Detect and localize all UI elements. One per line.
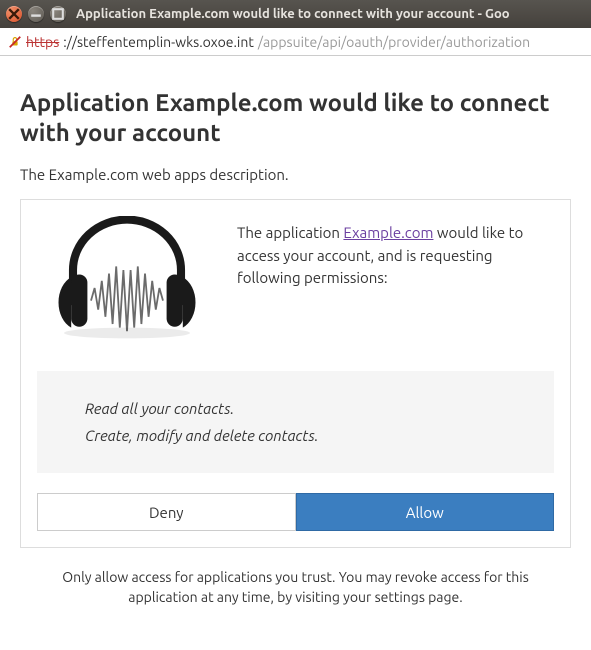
url-path: /appsuite/api/oauth/provider/authorizati… — [258, 34, 530, 50]
permissions-box: Read all your contacts. Create, modify a… — [37, 371, 554, 473]
window-minimize-button[interactable] — [28, 6, 44, 22]
consent-panel: The application Example.com would like t… — [20, 199, 571, 548]
window-maximize-button[interactable] — [50, 6, 66, 22]
page-heading: Application Example.com would like to co… — [20, 88, 571, 148]
footer-note: Only allow access for applications you t… — [20, 568, 571, 607]
ssl-warning-icon — [8, 35, 22, 49]
permission-item: Create, modify and delete contacts. — [85, 422, 522, 449]
deny-button[interactable]: Deny — [37, 493, 296, 531]
url-host: ://steffentemplin-wks.oxoe.int — [63, 34, 254, 50]
window-title: Application Example.com would like to co… — [72, 7, 585, 21]
consent-intro: The application Example.com would like t… — [237, 216, 554, 290]
window-close-button[interactable] — [6, 6, 22, 22]
page-description: The Example.com web apps description. — [20, 166, 571, 183]
permission-item: Read all your contacts. — [85, 395, 522, 422]
allow-button[interactable]: Allow — [296, 493, 555, 531]
window-titlebar: Application Example.com would like to co… — [0, 0, 591, 28]
page-content: Application Example.com would like to co… — [0, 56, 591, 650]
url-scheme: https — [26, 34, 59, 50]
allow-button-label: Allow — [406, 504, 444, 521]
address-bar[interactable]: https://steffentemplin-wks.oxoe.int/apps… — [0, 28, 591, 56]
app-link[interactable]: Example.com — [343, 224, 433, 241]
consent-intro-pre: The application — [237, 224, 343, 241]
app-icon — [37, 216, 217, 345]
button-row: Deny Allow — [37, 493, 554, 531]
deny-button-label: Deny — [149, 504, 184, 521]
